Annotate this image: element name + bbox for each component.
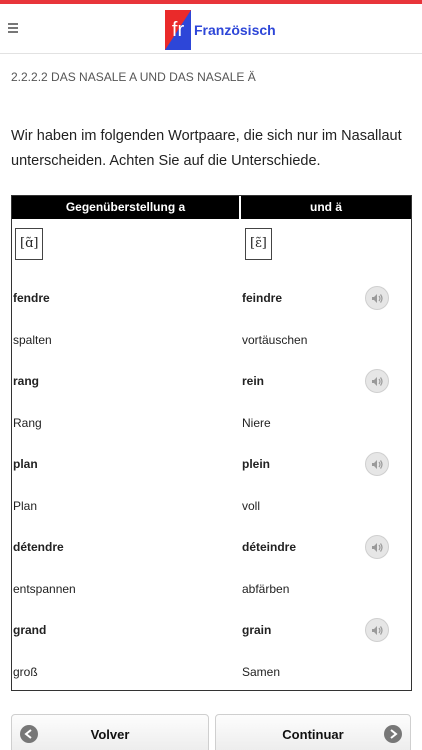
- word-ae: vortäuschen: [242, 332, 308, 347]
- word-ae: Niere: [242, 415, 271, 430]
- column-header-a: Gegenüberstellung a: [12, 196, 241, 219]
- hamburger-menu-icon[interactable]: [8, 18, 22, 36]
- word-ae: feindre: [242, 291, 283, 305]
- word-pair-table: Gegenüberstellung a und ä [ɑ̃] [ɛ̃] fend…: [11, 195, 412, 691]
- app-title: Französisch: [194, 22, 276, 38]
- word-a: entspannen: [13, 581, 76, 596]
- speaker-icon[interactable]: [365, 369, 389, 393]
- table-row: grand grain: [12, 610, 411, 650]
- speaker-icon[interactable]: [365, 286, 389, 310]
- table-row: entspannen abfärben: [12, 569, 411, 609]
- word-ae: rein: [242, 374, 265, 388]
- logo-text: fr: [171, 19, 185, 41]
- word-a: fendre: [13, 291, 50, 305]
- speaker-icon[interactable]: [365, 618, 389, 642]
- word-ae: abfärben: [242, 581, 290, 596]
- column-header-ae: und ä: [241, 196, 411, 219]
- prev-button-label: Volver: [90, 727, 130, 742]
- app-logo: fr: [165, 10, 191, 50]
- arrow-right-icon: [384, 725, 402, 743]
- word-a: grand: [13, 623, 47, 637]
- word-ae: déteindre: [242, 540, 297, 554]
- next-button-label: Continuar: [282, 727, 344, 742]
- table-row: rang rein: [12, 361, 411, 401]
- word-a: groß: [13, 664, 38, 679]
- word-a: détendre: [13, 540, 64, 554]
- word-a: spalten: [13, 332, 52, 347]
- prev-button[interactable]: Volver: [11, 714, 209, 750]
- table-row: groß Samen: [12, 652, 411, 692]
- section-title: 2.2.2.2 DAS NASALE A UND DAS NASALE Ä: [11, 70, 256, 84]
- word-a: Rang: [13, 415, 42, 430]
- speaker-icon[interactable]: [365, 452, 389, 476]
- app-header: fr Französisch: [0, 4, 422, 54]
- table-header: Gegenüberstellung a und ä: [12, 196, 411, 219]
- table-row: Plan voll: [12, 486, 411, 526]
- table-row: Rang Niere: [12, 403, 411, 443]
- word-ae: Samen: [242, 664, 281, 679]
- table-row: spalten vortäuschen: [12, 320, 411, 360]
- next-button[interactable]: Continuar: [215, 714, 411, 750]
- word-ae: voll: [242, 498, 261, 513]
- word-a: plan: [13, 457, 38, 471]
- table-row: plan plein: [12, 444, 411, 484]
- table-row: fendre feindre: [12, 278, 411, 318]
- intro-text: Wir haben im folgenden Wortpaare, die si…: [11, 128, 402, 169]
- table-row: détendre déteindre: [12, 527, 411, 567]
- ipa-symbol-ae: [ɛ̃]: [245, 228, 272, 260]
- speaker-icon[interactable]: [365, 535, 389, 559]
- word-a: rang: [13, 374, 40, 388]
- word-a: Plan: [13, 498, 38, 513]
- word-ae: grain: [242, 623, 272, 637]
- ipa-symbol-a: [ɑ̃]: [15, 228, 44, 260]
- word-ae: plein: [242, 457, 271, 471]
